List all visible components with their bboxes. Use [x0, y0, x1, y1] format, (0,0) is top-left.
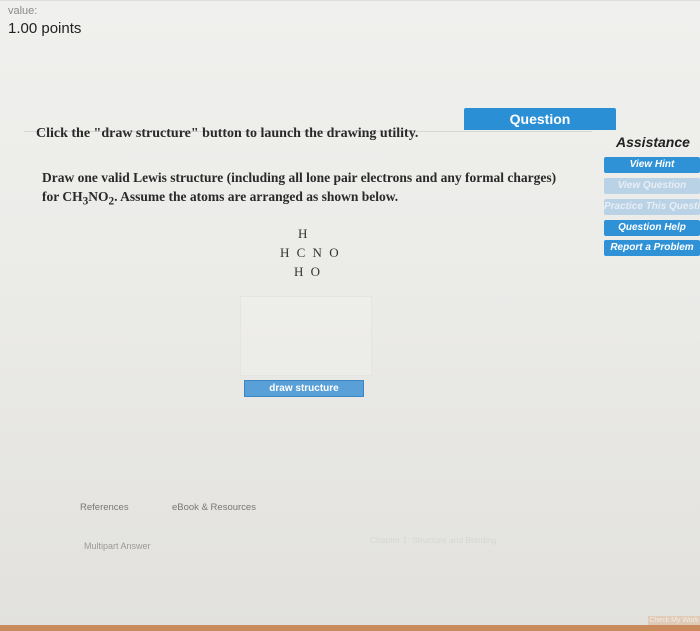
draw-structure-button[interactable]: draw structure [244, 380, 364, 397]
top-rule [0, 0, 700, 1]
check-my-work-button[interactable]: Check My Work [648, 616, 700, 625]
practice-question-button[interactable]: Practice This Question [604, 199, 700, 215]
points-value: 1.00 points [8, 20, 82, 37]
view-question-button[interactable]: View Question [604, 178, 700, 194]
report-problem-button[interactable]: Report a Problem [604, 240, 700, 256]
bottom-bar [0, 625, 700, 631]
view-hint-button[interactable]: View Hint [604, 157, 700, 173]
atom-layout-row-3: H O [294, 264, 321, 279]
value-label: value: [8, 5, 38, 17]
multipart-answer-label: Multipart Answer [84, 541, 151, 551]
atom-layout-row-2: H C N O [280, 245, 339, 260]
chapter-breadcrumb: Chapter 1: Structure and Bonding [370, 535, 497, 545]
ebook-resources-link[interactable]: eBook & Resources [172, 502, 256, 513]
question-prompt: Draw one valid Lewis structure (includin… [42, 168, 602, 212]
atom-layout-row-1: H [298, 226, 308, 241]
prompt-tail: . Assume the atoms are arranged as shown… [114, 189, 399, 204]
references-link[interactable]: References [80, 502, 129, 513]
assistance-title: Assistance [616, 134, 690, 150]
formula-no: NO [88, 189, 109, 204]
structure-preview-area [240, 296, 372, 376]
question-help-button[interactable]: Question Help [604, 220, 700, 236]
instruction-text: Click the "draw structure" button to lau… [36, 126, 419, 141]
prompt-line-2: for CH3NO2. Assume the atoms are arrange… [42, 187, 602, 212]
tab-question[interactable]: Question [464, 108, 616, 130]
prompt-line-1: Draw one valid Lewis structure (includin… [42, 170, 557, 185]
formula-ch: for CH [42, 189, 83, 204]
